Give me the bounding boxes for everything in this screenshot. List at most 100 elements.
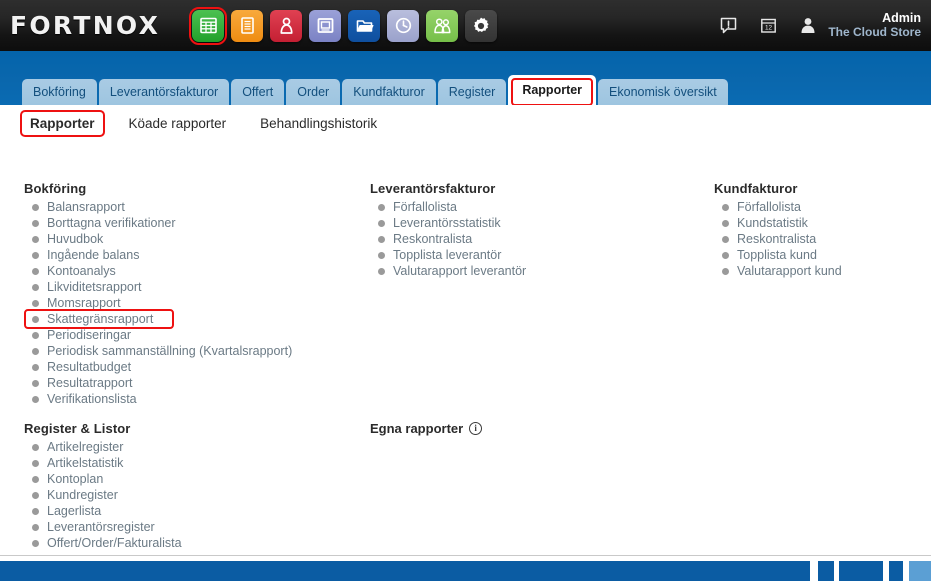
report-link-label[interactable]: Valutarapport kund [737, 264, 842, 278]
report-list-item[interactable]: Ingående balans [24, 247, 354, 263]
window-icon[interactable] [309, 9, 342, 42]
taskbar-button-4[interactable] [909, 561, 931, 581]
subnav-item-rapporter[interactable]: Rapporter [20, 109, 105, 137]
report-list-item[interactable]: Huvudbok [24, 231, 354, 247]
report-list-item[interactable]: Kundregister [24, 487, 354, 503]
report-link-label[interactable]: Reskontralista [737, 232, 816, 246]
report-list-item[interactable]: Likviditetsrapport [24, 279, 354, 295]
report-link-label[interactable]: Valutarapport leverantör [393, 264, 526, 278]
tab-order[interactable]: Order [286, 79, 341, 105]
report-link-label[interactable]: Kundregister [47, 488, 118, 502]
report-link-label[interactable]: Huvudbok [47, 232, 103, 246]
report-list-item[interactable]: Valutarapport kund [714, 263, 929, 279]
report-list-item[interactable]: Momsrapport [24, 295, 354, 311]
report-list-item[interactable]: Förfallolista [714, 199, 929, 215]
taskbar-main-segment[interactable] [0, 561, 810, 581]
report-list-item[interactable]: Leverantörsregister [24, 519, 354, 535]
report-list-item[interactable]: Borttagna verifikationer [24, 215, 354, 231]
tab-rapporter[interactable]: Rapporter [508, 75, 597, 106]
info-icon[interactable]: i [469, 422, 483, 435]
report-list-item[interactable]: Lagerlista [24, 503, 354, 519]
report-link-label[interactable]: Periodisk sammanställning (Kvartalsrappo… [47, 344, 292, 358]
report-list-item[interactable]: Periodisk sammanställning (Kvartalsrappo… [24, 343, 354, 359]
report-list-item[interactable]: Reskontralista [714, 231, 929, 247]
user-menu[interactable]: Admin The Cloud Store [797, 11, 921, 39]
report-list-item[interactable]: Artikelstatistik [24, 455, 354, 471]
bullet-icon [722, 219, 729, 227]
report-link-label[interactable]: Resultatbudget [47, 360, 131, 374]
bullet-icon [32, 219, 39, 227]
alert-icon[interactable] [717, 15, 739, 37]
report-link-label[interactable]: Artikelregister [47, 440, 123, 454]
people-icon[interactable] [426, 9, 459, 42]
report-list-item[interactable]: Reskontralista [370, 231, 710, 247]
spreadsheet-icon[interactable] [189, 6, 228, 45]
subnav-item-label: Behandlingshistorik [260, 115, 378, 131]
report-link-label[interactable]: Skattegränsrapport [47, 312, 153, 326]
report-link-label[interactable]: Offert/Order/Fakturalista [47, 536, 182, 550]
report-list-item[interactable]: Offert/Order/Fakturalista [24, 535, 354, 551]
report-list-item[interactable]: Skattegränsrapport [24, 309, 354, 329]
taskbar-button-1[interactable] [818, 561, 834, 581]
person-icon[interactable] [270, 9, 303, 42]
bullet-icon [378, 203, 385, 211]
report-link-label[interactable]: Artikelstatistik [47, 456, 123, 470]
report-link-label[interactable]: Kontoanalys [47, 264, 116, 278]
tab-bokf-ring[interactable]: Bokföring [22, 79, 97, 105]
taskbar-button-3[interactable] [889, 561, 903, 581]
document-icon[interactable] [231, 9, 264, 42]
report-list-item[interactable]: Resultatbudget [24, 359, 354, 375]
subnav-item-behandlingshistorik[interactable]: Behandlingshistorik [254, 113, 383, 134]
report-link-label[interactable]: Momsrapport [47, 296, 121, 310]
report-link-label[interactable]: Topplista kund [737, 248, 817, 262]
clock-icon[interactable] [387, 9, 420, 42]
report-list-item[interactable]: Topplista leverantör [370, 247, 710, 263]
header-right-controls: 12 Admin The Cloud Store [717, 0, 921, 51]
report-link-label[interactable]: Ingående balans [47, 248, 139, 262]
report-link-label[interactable]: Reskontralista [393, 232, 472, 246]
bullet-icon [378, 235, 385, 243]
report-link-label[interactable]: Resultatrapport [47, 376, 132, 390]
tab-leverant-rsfakturor[interactable]: Leverantörsfakturor [98, 79, 230, 105]
bullet-icon [722, 235, 729, 243]
report-link-label[interactable]: Borttagna verifikationer [47, 216, 176, 230]
report-list-item[interactable]: Valutarapport leverantör [370, 263, 710, 279]
folder-icon[interactable] [348, 9, 381, 42]
report-link-label[interactable]: Kundstatistik [737, 216, 808, 230]
tab-offert[interactable]: Offert [231, 79, 285, 105]
report-list-item[interactable]: Resultatrapport [24, 375, 354, 391]
report-list-item[interactable]: Balansrapport [24, 199, 354, 215]
bullet-icon [32, 267, 39, 275]
report-link-label[interactable]: Periodiseringar [47, 328, 131, 342]
report-link-label[interactable]: Lagerlista [47, 504, 101, 518]
report-link-label[interactable]: Förfallolista [737, 200, 801, 214]
calendar-icon[interactable]: 12 [757, 15, 779, 37]
report-list-item[interactable]: Verifikationslista [24, 391, 354, 407]
subnav-item-k-ade-rapporter[interactable]: Köade rapporter [123, 113, 233, 134]
tab-kundfakturor[interactable]: Kundfakturor [342, 79, 436, 105]
report-link-label[interactable]: Verifikationslista [47, 392, 137, 406]
tab-ekonomisk-versikt[interactable]: Ekonomisk översikt [598, 79, 728, 105]
report-list-item[interactable]: Kundstatistik [714, 215, 929, 231]
group-title-register-listor: Register & Listor [24, 421, 131, 436]
report-list-item[interactable]: Periodiseringar [24, 327, 354, 343]
report-link-label[interactable]: Leverantörsregister [47, 520, 155, 534]
report-link-label[interactable]: Topplista leverantör [393, 248, 501, 262]
report-list-item[interactable]: Leverantörsstatistik [370, 215, 710, 231]
report-link-label[interactable]: Förfallolista [393, 200, 457, 214]
report-link-label[interactable]: Balansrapport [47, 200, 125, 214]
report-list-item[interactable]: Artikelregister [24, 439, 354, 455]
report-list-kundfakturor: Förfallolista Kundstatistik Reskontralista… [714, 199, 929, 279]
report-list-item[interactable]: Topplista kund [714, 247, 929, 263]
tab-register[interactable]: Register [437, 79, 507, 105]
gear-icon[interactable] [465, 9, 498, 42]
report-list-item[interactable]: Förfallolista [370, 199, 710, 215]
report-list-item[interactable]: Kontoanalys [24, 263, 354, 279]
report-link-label[interactable]: Likviditetsrapport [47, 280, 142, 294]
report-list-item[interactable]: Kontoplan [24, 471, 354, 487]
report-link-label[interactable]: Kontoplan [47, 472, 103, 486]
taskbar-button-2[interactable] [839, 561, 883, 581]
taskbar-gap-1 [810, 561, 818, 581]
bullet-icon [378, 267, 385, 275]
report-link-label[interactable]: Leverantörsstatistik [393, 216, 501, 230]
